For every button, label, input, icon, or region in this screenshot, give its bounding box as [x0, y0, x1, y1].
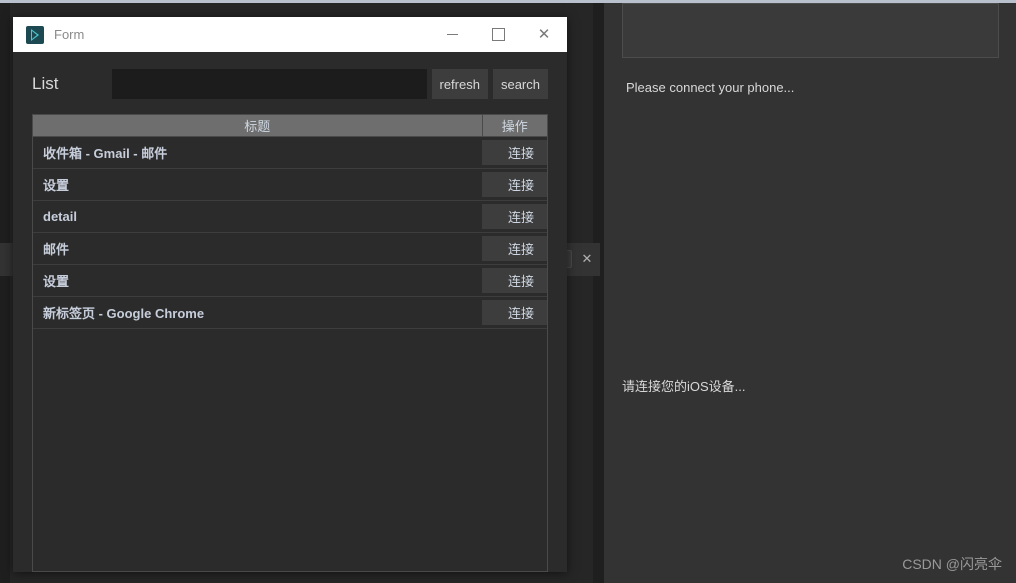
background-close-icon[interactable]: ✕: [578, 250, 596, 268]
connect-button[interactable]: 连接: [482, 172, 547, 197]
list-toolbar: List refresh search: [13, 52, 567, 102]
close-button[interactable]: ✕: [521, 17, 567, 52]
log-output-box[interactable]: [622, 3, 999, 58]
maximize-button[interactable]: [475, 17, 521, 52]
search-button[interactable]: search: [492, 69, 548, 99]
row-title: 邮件: [33, 232, 482, 265]
row-title: 设置: [33, 168, 482, 201]
window-list-table-wrap[interactable]: 标题 操作 收件箱 - Gmail - 邮件 连接 设置 连接 detail 连…: [32, 114, 548, 572]
row-title: 设置: [33, 264, 482, 297]
table-row[interactable]: 设置 连接: [33, 168, 547, 201]
minimize-button[interactable]: [429, 17, 475, 52]
row-action-cell: 连接: [482, 200, 547, 233]
row-action-cell: 连接: [482, 168, 547, 201]
table-row[interactable]: 设置 连接: [33, 264, 547, 297]
connection-panel: Please connect your phone... 刷新ADB 重启ADB…: [604, 3, 1016, 583]
row-title: 收件箱 - Gmail - 邮件: [33, 136, 482, 169]
row-title: detail: [33, 200, 482, 233]
window-controls: ✕: [429, 17, 567, 52]
form-title-bar[interactable]: Form ✕: [13, 17, 567, 52]
row-action-cell: 连接: [482, 232, 547, 265]
app-logo-icon: [26, 25, 44, 44]
app-root: ✕ Please connect your phone... 刷新ADB 重启A…: [0, 0, 1016, 583]
row-title: 新标签页 - Google Chrome: [33, 296, 482, 329]
column-header-action: 操作: [482, 115, 547, 137]
table-body: 收件箱 - Gmail - 邮件 连接 设置 连接 detail 连接 邮件 连…: [33, 136, 547, 329]
table-row[interactable]: 邮件 连接: [33, 232, 547, 265]
table-row[interactable]: 收件箱 - Gmail - 邮件 连接: [33, 136, 547, 169]
window-list-table: 标题 操作 收件箱 - Gmail - 邮件 连接 设置 连接 detail 连…: [33, 115, 547, 329]
connect-button[interactable]: 连接: [482, 300, 547, 325]
connect-button[interactable]: 连接: [482, 204, 547, 229]
table-header-row: 标题 操作: [33, 115, 547, 137]
ios-connect-hint: 请连接您的iOS设备...: [622, 379, 746, 394]
refresh-button[interactable]: refresh: [431, 69, 488, 99]
table-row[interactable]: 新标签页 - Google Chrome 连接: [33, 296, 547, 329]
column-header-title: 标题: [33, 115, 483, 137]
connect-button[interactable]: 连接: [482, 236, 547, 261]
row-action-cell: 连接: [482, 136, 547, 169]
phone-connect-hint: Please connect your phone...: [626, 80, 795, 95]
form-window-title: Form: [54, 27, 85, 42]
list-search-input[interactable]: [112, 69, 427, 99]
list-label: List: [32, 74, 59, 93]
connect-button[interactable]: 连接: [482, 140, 547, 165]
watermark: CSDN @闪亮伞: [902, 556, 1002, 572]
row-action-cell: 连接: [482, 264, 547, 297]
form-window: Form ✕ List refresh search 标题 操作 收件箱 - G…: [13, 17, 567, 572]
row-action-cell: 连接: [482, 296, 547, 329]
connect-button[interactable]: 连接: [482, 268, 547, 293]
table-row[interactable]: detail 连接: [33, 200, 547, 233]
